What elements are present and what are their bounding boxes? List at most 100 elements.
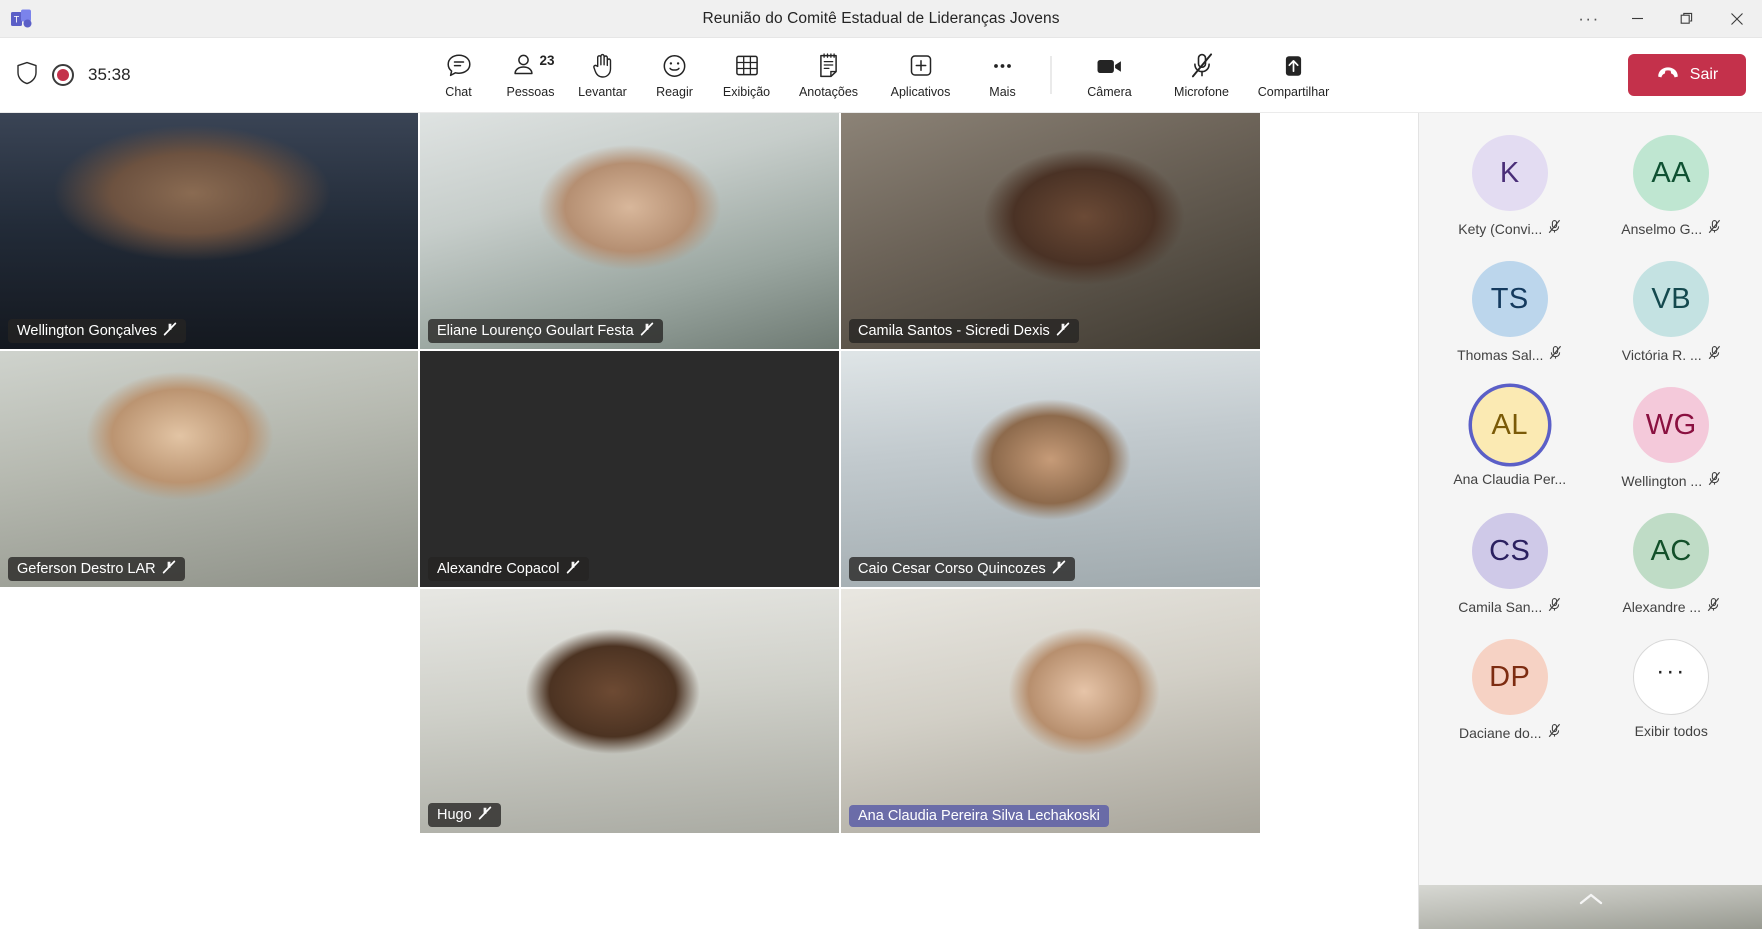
show-all-label: Exibir todos [1634,723,1708,739]
video-tile[interactable]: Eliane Lourenço Goulart Festa [420,113,839,349]
mic-muted-icon [162,560,176,578]
participant-label-row: Camila San... [1458,597,1561,617]
participant-label-row: Alexandre ... [1622,597,1720,617]
camera-button[interactable]: Câmera [1064,41,1156,109]
raise-hand-button[interactable]: Levantar [567,41,639,109]
avatar-initials: CS [1489,534,1531,567]
participant-item[interactable]: AL Ana Claudia Per... [1429,383,1591,493]
chat-button[interactable]: Chat [423,41,495,109]
avatar: AL [1471,387,1548,463]
more-ellipsis-icon: ··· [1633,639,1710,715]
people-icon: 23 [513,52,555,80]
participant-label-row: Wellington ... [1621,471,1721,491]
minimize-button[interactable] [1612,0,1662,38]
mic-muted-icon [1708,345,1721,365]
video-tile[interactable]: Camila Santos - Sicredi Dexis [841,113,1260,349]
participant-item[interactable]: AA Anselmo G... [1591,131,1753,241]
avatar: AA [1633,135,1710,211]
avatar: K [1471,135,1548,211]
leave-button[interactable]: Sair [1628,54,1746,96]
avatar-initials: AC [1650,534,1692,567]
video-tile[interactable]: Geferson Destro LAR [0,351,418,587]
restore-button[interactable] [1662,0,1712,38]
video-tile[interactable] [0,589,418,833]
svg-text:T: T [14,14,20,24]
mic-muted-icon [1708,219,1721,239]
avatar-initials: WG [1645,408,1697,441]
participant-name: Daciane do... [1459,725,1542,741]
participant-name: Ana Claudia Pereira Silva Lechakoski [858,808,1100,824]
participant-video-spacer [0,589,418,833]
notes-label: Anotações [798,84,859,99]
avatar-initials: AL [1491,408,1528,441]
toolbar-divider [1050,56,1052,94]
video-tile[interactable]: Alexandre Copacol [420,351,839,587]
share-button[interactable]: Compartilhar [1248,41,1340,109]
raise-hand-icon [590,52,616,80]
close-button[interactable] [1712,0,1762,38]
participant-name: Caio Cesar Corso Quincozes [858,561,1046,577]
window-controls: ··· [1566,0,1762,37]
mic-muted-icon [163,322,177,340]
teams-logo-icon: T [10,8,32,30]
microphone-button[interactable]: Microfone [1156,41,1248,109]
avatar: DP [1471,639,1548,715]
window-more-button[interactable]: ··· [1566,0,1612,38]
participant-label-row: Exibir todos [1635,723,1708,739]
participant-name: Victória R. ... [1621,347,1702,363]
leave-label: Sair [1689,66,1719,83]
mic-muted-icon [1707,597,1720,617]
video-tile[interactable]: Ana Claudia Pereira Silva Lechakoski [841,589,1260,833]
participant-item[interactable]: WG Wellington ... [1591,383,1753,493]
react-button[interactable]: Reagir [639,41,711,109]
record-icon [52,64,74,86]
participant-name: Ana Claudia Per... [1453,471,1567,487]
apps-button[interactable]: Aplicativos [875,41,967,109]
chat-icon [445,52,472,80]
participant-item[interactable]: CS Camila San... [1429,509,1591,619]
avatar-initials: DP [1489,660,1531,693]
participant-video [420,589,839,833]
mic-muted-icon [1548,597,1561,617]
participant-label-row: Ana Claudia Per... [1453,471,1566,487]
video-tile[interactable]: Caio Cesar Corso Quincozes [841,351,1260,587]
toolbar-center-group: Chat 23 Pessoas Levantar Reagir Exibição… [423,38,1340,112]
participant-label-row: Thomas Sal... [1457,345,1562,365]
toolbar-right-group: Sair [1614,38,1762,112]
participant-item[interactable]: K Kety (Convi... [1429,131,1591,241]
participant-video [420,351,839,587]
mic-muted-icon [1548,723,1561,743]
people-button[interactable]: 23 Pessoas [495,41,567,109]
meeting-toolbar: 35:38 Chat 23 Pessoas Levantar Reagir Ex… [0,38,1762,113]
reaction-smiley-icon [662,52,688,80]
participant-video [420,113,839,349]
participant-item[interactable]: DP Daciane do... [1429,635,1591,745]
avatar: WG [1633,387,1710,463]
participant-name: Kety (Convi... [1458,221,1543,237]
video-tile[interactable]: Hugo [420,589,839,833]
participant-name: Anselmo G... [1621,221,1703,237]
mic-muted-icon [1549,345,1562,365]
window-title: Reunião do Comitê Estadual de Lideranças… [702,9,1060,27]
avatar: CS [1471,513,1548,589]
chevron-up-icon[interactable] [1578,891,1604,912]
participants-panel: K Kety (Convi... AA Anselmo G... TS Thom… [1418,113,1762,929]
meeting-timer: 35:38 [88,65,131,84]
participant-label-row: Kety (Convi... [1458,219,1561,239]
more-button[interactable]: Mais [967,41,1039,109]
view-button[interactable]: Exibição [711,41,783,109]
show-all-participants-button[interactable]: ··· Exibir todos [1591,635,1753,745]
video-tile[interactable]: Wellington Gonçalves [0,113,418,349]
participant-name: Thomas Sal... [1457,347,1544,363]
microphone-muted-icon [1189,52,1214,80]
self-preview-strip[interactable] [1419,885,1762,929]
participant-name: Hugo [437,807,472,823]
participant-video [841,589,1260,833]
notes-button[interactable]: Anotações [783,41,875,109]
participant-item[interactable]: AC Alexandre ... [1591,509,1753,619]
react-label: Reagir [656,84,693,99]
mic-muted-icon [566,560,580,578]
participant-item[interactable]: TS Thomas Sal... [1429,257,1591,367]
participant-item[interactable]: VB Victória R. ... [1591,257,1753,367]
participant-name-badge: Camila Santos - Sicredi Dexis [849,319,1079,343]
